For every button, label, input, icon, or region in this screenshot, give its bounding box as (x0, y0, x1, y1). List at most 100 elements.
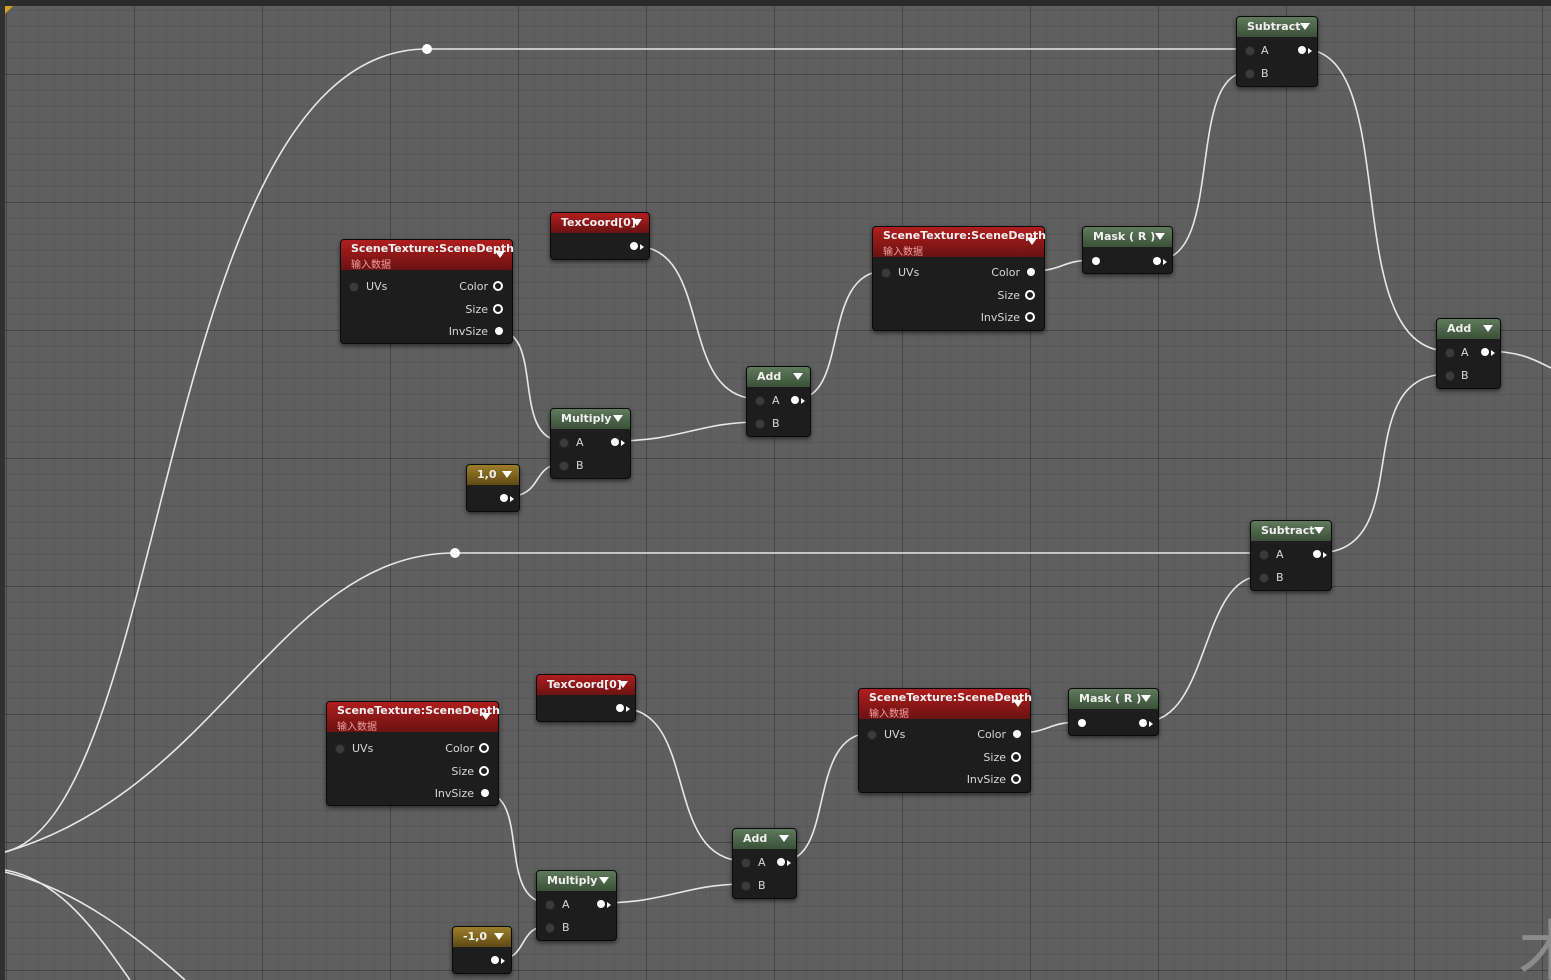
node-scene-depth-top-left[interactable]: SceneTexture:SceneDepth 输入数据 UVs Color S… (340, 239, 514, 344)
output-pin-invsize[interactable] (495, 327, 503, 335)
input-pin[interactable] (1078, 719, 1086, 727)
collapse-arrow-icon[interactable] (1300, 23, 1310, 30)
collapse-arrow-icon[interactable] (793, 373, 803, 380)
node-subtract-bottom[interactable]: Subtract A B (1250, 520, 1332, 591)
node-header[interactable]: Mask ( R ) (1083, 227, 1172, 247)
output-pin-size[interactable] (493, 304, 503, 314)
output-pin[interactable] (1481, 348, 1489, 356)
collapse-arrow-icon[interactable] (1013, 700, 1023, 707)
node-header[interactable]: SceneTexture:SceneDepth 输入数据 (873, 227, 1046, 258)
node-header[interactable]: Mask ( R ) (1069, 689, 1158, 709)
output-pin[interactable] (777, 858, 785, 866)
output-pin[interactable] (1298, 46, 1306, 54)
output-pin-color[interactable] (493, 281, 503, 291)
input-pin-uvs[interactable] (881, 268, 891, 278)
output-pin-invsize[interactable] (1011, 774, 1021, 784)
collapse-arrow-icon[interactable] (779, 835, 789, 842)
output-pin[interactable] (791, 396, 799, 404)
node-add-final[interactable]: Add A B (1436, 318, 1501, 389)
node-texcoord-bottom[interactable]: TexCoord[0] (536, 674, 636, 722)
output-pin-color[interactable] (1027, 268, 1035, 276)
input-pin-b[interactable] (741, 881, 751, 891)
collapse-arrow-icon[interactable] (1483, 325, 1493, 332)
node-header[interactable]: Add (733, 829, 796, 849)
output-pin[interactable] (1139, 719, 1147, 727)
collapse-arrow-icon[interactable] (1027, 238, 1037, 245)
input-pin-b[interactable] (559, 461, 569, 471)
node-subtract-top[interactable]: Subtract A B (1236, 16, 1318, 87)
input-pin-a[interactable] (755, 396, 765, 406)
output-pin-color[interactable] (479, 743, 489, 753)
input-pin-a[interactable] (559, 438, 569, 448)
node-constant-bottom[interactable]: -1,0 (452, 926, 512, 974)
node-texcoord-top[interactable]: TexCoord[0] (550, 212, 650, 260)
node-header[interactable]: Add (1437, 319, 1500, 339)
node-header[interactable]: Subtract (1251, 521, 1331, 541)
output-pin[interactable] (630, 242, 638, 250)
output-pin[interactable] (597, 900, 605, 908)
collapse-arrow-icon[interactable] (618, 681, 628, 688)
output-pin-size[interactable] (1011, 752, 1021, 762)
collapse-arrow-icon[interactable] (613, 415, 623, 422)
output-pin[interactable] (1313, 550, 1321, 558)
output-pin-color[interactable] (1013, 730, 1021, 738)
node-header[interactable]: Multiply (551, 409, 630, 429)
input-pin[interactable] (1092, 257, 1100, 265)
node-header[interactable]: Multiply (537, 871, 616, 891)
input-pin-b[interactable] (545, 923, 555, 933)
input-pin-b[interactable] (1445, 371, 1455, 381)
output-pin[interactable] (1153, 257, 1161, 265)
input-pin-a[interactable] (545, 900, 555, 910)
node-multiply-bottom[interactable]: Multiply A B (536, 870, 617, 941)
input-pin-a[interactable] (1445, 348, 1455, 358)
node-title: -1,0 (463, 930, 488, 943)
node-header[interactable]: SceneTexture:SceneDepth 输入数据 (859, 689, 1032, 720)
node-header[interactable]: TexCoord[0] (537, 675, 635, 695)
output-pin[interactable] (611, 438, 619, 446)
output-pin-size[interactable] (1025, 290, 1035, 300)
node-header[interactable]: TexCoord[0] (551, 213, 649, 233)
collapse-arrow-icon[interactable] (481, 713, 491, 720)
node-header[interactable]: -1,0 (453, 927, 511, 947)
collapse-arrow-icon[interactable] (632, 219, 642, 226)
input-pin-a[interactable] (1245, 46, 1255, 56)
output-pin[interactable] (491, 956, 499, 964)
collapse-arrow-icon[interactable] (1155, 233, 1165, 240)
material-graph-canvas[interactable]: SceneTexture:SceneDepth 输入数据 UVs Color S… (0, 0, 1551, 980)
input-pin-a[interactable] (741, 858, 751, 868)
output-pin-size[interactable] (479, 766, 489, 776)
node-scene-depth-bottom-right[interactable]: SceneTexture:SceneDepth 输入数据 UVs Color S… (858, 688, 1032, 793)
output-pin-invsize[interactable] (1025, 312, 1035, 322)
node-mask-top[interactable]: Mask ( R ) (1082, 226, 1173, 274)
input-pin-uvs[interactable] (335, 744, 345, 754)
input-pin-a[interactable] (1259, 550, 1269, 560)
node-scene-depth-top-right[interactable]: SceneTexture:SceneDepth 输入数据 UVs Color S… (872, 226, 1046, 331)
collapse-arrow-icon[interactable] (599, 877, 609, 884)
output-pin[interactable] (616, 704, 624, 712)
input-pin-uvs[interactable] (349, 282, 359, 292)
node-header[interactable]: SceneTexture:SceneDepth 输入数据 (327, 702, 500, 733)
node-header[interactable]: SceneTexture:SceneDepth 输入数据 (341, 240, 514, 271)
node-add-top[interactable]: Add A B (746, 366, 811, 437)
collapse-arrow-icon[interactable] (502, 471, 512, 478)
node-header[interactable]: Subtract (1237, 17, 1317, 37)
input-pin-b[interactable] (1245, 69, 1255, 79)
output-arrow-icon (1491, 350, 1495, 356)
node-multiply-top[interactable]: Multiply A B (550, 408, 631, 479)
output-pin-invsize[interactable] (481, 789, 489, 797)
node-scene-depth-bottom-left[interactable]: SceneTexture:SceneDepth 输入数据 UVs Color S… (326, 701, 500, 806)
input-pin-b[interactable] (1259, 573, 1269, 583)
collapse-arrow-icon[interactable] (1141, 695, 1151, 702)
collapse-arrow-icon[interactable] (495, 251, 505, 258)
input-pin-b[interactable] (755, 419, 765, 429)
output-pin[interactable] (500, 494, 508, 502)
node-header[interactable]: Add (747, 367, 810, 387)
node-header[interactable]: 1,0 (467, 465, 519, 485)
collapse-arrow-icon[interactable] (494, 933, 504, 940)
input-pin-uvs[interactable] (867, 730, 877, 740)
node-mask-bottom[interactable]: Mask ( R ) (1068, 688, 1159, 736)
node-constant-top[interactable]: 1,0 (466, 464, 520, 512)
pin-label-b: B (1461, 369, 1469, 382)
node-add-bottom[interactable]: Add A B (732, 828, 797, 899)
collapse-arrow-icon[interactable] (1314, 527, 1324, 534)
